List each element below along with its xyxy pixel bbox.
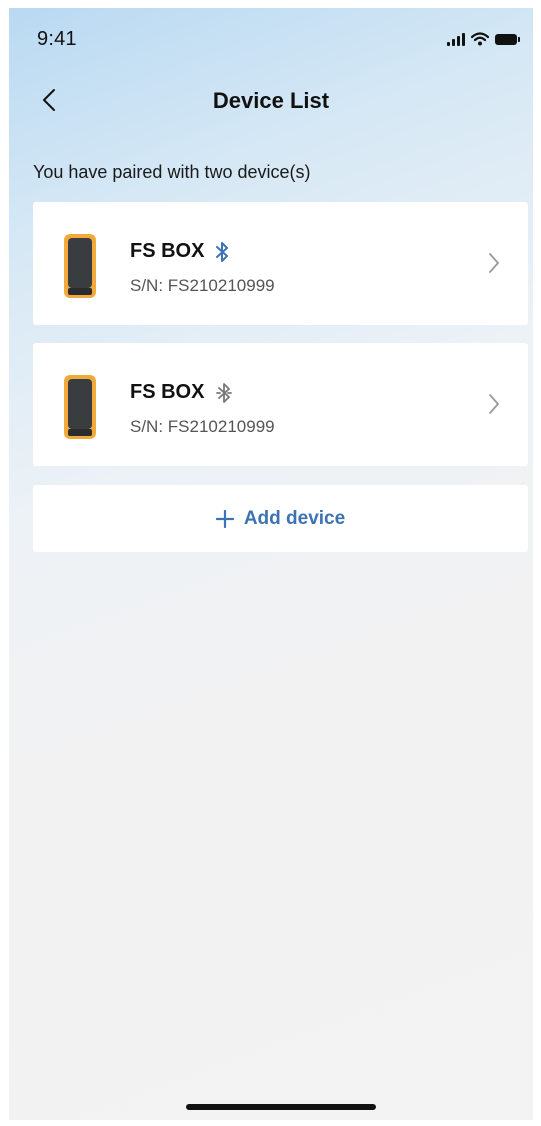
device-card[interactable]: FS BOX S/N: FS210210999 [33, 343, 528, 466]
chevron-right-icon [489, 394, 499, 414]
add-device-button[interactable]: Add device [33, 485, 528, 552]
device-name-row: FS BOX [130, 240, 229, 263]
device-serial: S/N: FS210210999 [130, 417, 275, 436]
phone-screen: 9:41 Device List You have paired with tw… [9, 8, 533, 1120]
bluetooth-connected-icon [216, 241, 229, 262]
device-card[interactable]: FS BOX S/N: FS210210999 [33, 202, 528, 325]
status-bar: 9:41 [9, 8, 533, 68]
bluetooth-disconnected-icon [216, 382, 233, 403]
page-title: Device List [212, 88, 330, 113]
add-device-label: Add device [243, 507, 346, 529]
home-indicator[interactable] [186, 1104, 376, 1110]
device-image [64, 234, 96, 298]
signal-icon [447, 32, 465, 46]
device-name-row: FS BOX [130, 381, 233, 404]
nav-bar: Device List [9, 78, 533, 122]
device-serial: S/N: FS210210999 [130, 276, 275, 295]
chevron-right-icon [489, 253, 499, 273]
device-name: FS BOX [130, 381, 205, 403]
wifi-icon [471, 32, 489, 46]
battery-icon [495, 33, 520, 45]
device-name: FS BOX [130, 240, 205, 262]
plus-icon [215, 509, 234, 528]
status-time: 9:41 [37, 28, 77, 50]
status-icons [447, 32, 520, 46]
paired-count-text: You have paired with two device(s) [33, 162, 311, 182]
device-image [64, 375, 96, 439]
